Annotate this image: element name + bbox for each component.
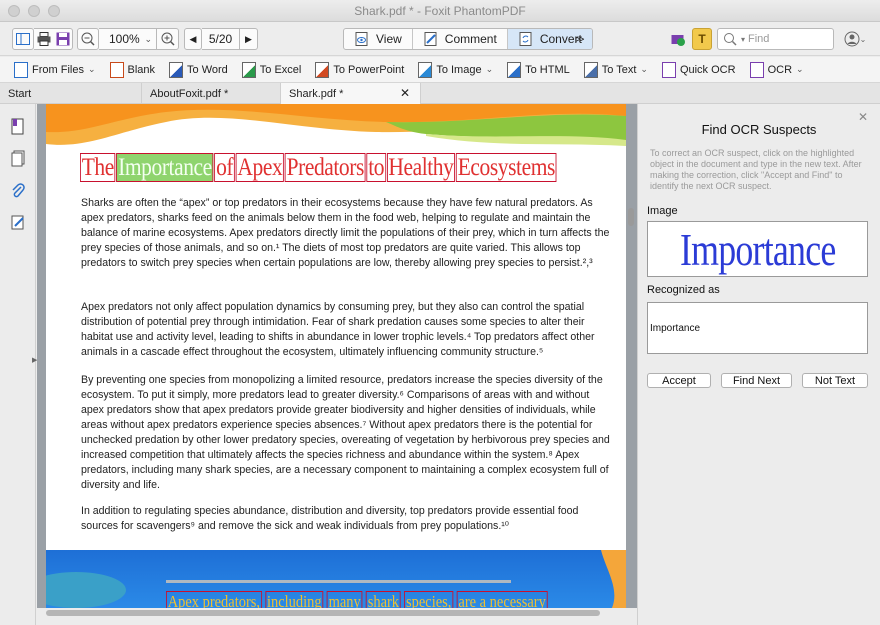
triangle-left-icon: ◀ [189, 33, 197, 44]
window-title: Shark.pdf * - Foxit PhantomPDF [354, 4, 526, 18]
tab-start[interactable]: Start [0, 83, 142, 104]
chevron-down-icon: ⌄ [859, 34, 867, 44]
navigation-panel: ▶ [0, 104, 37, 625]
accept-button[interactable]: Accept [647, 373, 711, 388]
eye-icon [355, 32, 368, 46]
zoom-in-icon [161, 32, 175, 46]
tools-icon [671, 35, 685, 46]
help-text: To correct an OCR suspect, click on the … [650, 148, 862, 191]
previous-page-button[interactable]: ◀ [184, 28, 202, 50]
page-heading: The Importance of Apex Predators to Healthy Eco… [80, 153, 557, 182]
tab-aboutfoxit[interactable]: AboutFoxit.pdf * [142, 83, 281, 104]
horizontal-scrollbar[interactable] [46, 610, 600, 616]
to-powerpoint-button[interactable]: To PowerPoint [315, 61, 404, 78]
chevron-down-icon: ⌄ [144, 33, 152, 44]
suspect-image-preview: Importance [647, 221, 868, 277]
view-tab[interactable]: View [344, 29, 413, 49]
document-view[interactable]: The Importance of Apex Predators to Healthy Eco… [37, 104, 637, 608]
zoom-select[interactable]: 100% ⌄ [99, 28, 157, 50]
excel-icon [241, 61, 256, 78]
account-button[interactable]: ⌄ [840, 28, 870, 50]
sidebar-icon [16, 33, 30, 45]
to-excel-button[interactable]: To Excel [241, 61, 301, 78]
chevron-down-icon: ▾ [741, 34, 746, 44]
to-text-button[interactable]: To Text ⌄ [583, 61, 648, 78]
manage-tools-button[interactable] [668, 28, 688, 50]
attachment-icon[interactable] [10, 182, 26, 200]
paragraph: Sharks are often the “apex” or top preda… [81, 197, 610, 269]
print-button[interactable] [34, 28, 54, 50]
zoom-out-button[interactable] [77, 28, 99, 50]
chevron-down-icon: ⌄ [485, 64, 494, 74]
recognized-text-field[interactable]: Importance [647, 302, 868, 354]
from-files-button[interactable]: From Files ⌄ [14, 61, 96, 78]
bottom-heading: Apex predators, including many shark spe… [166, 591, 548, 608]
comment-tab[interactable]: Comment [413, 29, 508, 49]
to-html-button[interactable]: To HTML [507, 61, 570, 78]
from-files-icon [14, 61, 28, 78]
ocr-suspect-highlight[interactable]: Importance [116, 153, 214, 182]
to-image-button[interactable]: To Image ⌄ [418, 61, 494, 78]
recognized-label: Recognized as [647, 284, 720, 296]
pdf-page[interactable]: The Importance of Apex Predators to Healthy Eco… [46, 104, 626, 608]
ocr-suspects-panel: ✕ Find OCR Suspects To correct an OCR su… [637, 104, 880, 625]
html-icon [507, 61, 522, 78]
find-placeholder: Find [748, 33, 770, 45]
chevron-down-icon: ⌄ [796, 64, 804, 74]
to-word-button[interactable]: To Word [169, 61, 228, 78]
ocr-button[interactable]: OCR ⌄ [749, 61, 804, 78]
paragraph: In addition to regulating species abunda… [81, 505, 579, 532]
blank-button[interactable]: Blank [109, 61, 155, 78]
double-chevron-icon: ≫ [575, 33, 585, 44]
zoom-value: 100% [109, 32, 140, 46]
typewriter-icon: T [698, 32, 706, 46]
close-tab-icon[interactable]: ✕ [400, 86, 410, 100]
document-tabs: Start AboutFoxit.pdf * Shark.pdf * ✕ [0, 83, 880, 104]
chevron-down-icon: ⌄ [87, 64, 96, 74]
print-icon [37, 32, 50, 46]
paragraph: By preventing one species from monopoliz… [81, 374, 610, 491]
quick-ocr-icon [661, 61, 676, 78]
save-icon [56, 32, 69, 46]
signature-icon[interactable] [10, 214, 26, 232]
word-icon [169, 61, 184, 78]
save-button[interactable] [53, 28, 73, 50]
mode-tabs: View Comment Convert [343, 28, 593, 50]
ocr-icon [749, 61, 764, 78]
title-bar: Shark.pdf * - Foxit PhantomPDF [0, 0, 880, 22]
next-page-button[interactable]: ▶ [240, 28, 258, 50]
more-modes-button[interactable]: ≫ [572, 28, 588, 50]
panel-title: Find OCR Suspects [701, 122, 817, 137]
comment-icon [424, 32, 437, 46]
typewriter-button[interactable]: T [692, 28, 712, 50]
search-icon [724, 33, 737, 46]
main-toolbar: 100% ⌄ ◀ 5/20 ▶ View Comment Convert ≫ T [0, 22, 880, 56]
paragraph: Apex predators not only affect populatio… [81, 301, 595, 358]
page-thumbnails-icon[interactable] [10, 150, 26, 168]
find-next-button[interactable]: Find Next [721, 373, 792, 388]
page-number-field[interactable]: 5/20 [202, 28, 240, 50]
text-icon [583, 61, 598, 78]
convert-icon [519, 32, 532, 46]
image-icon [418, 61, 433, 78]
image-label: Image [647, 205, 678, 217]
chevron-down-icon: ⌄ [640, 64, 648, 74]
zoom-out-icon [81, 32, 95, 46]
quick-ocr-button[interactable]: Quick OCR [661, 61, 736, 78]
tab-shark[interactable]: Shark.pdf * ✕ [281, 83, 421, 104]
blank-page-icon [109, 61, 124, 78]
vertical-scrollbar[interactable] [628, 208, 634, 226]
suspect-image-word: Importance [679, 223, 836, 275]
user-icon [844, 31, 860, 47]
not-text-button[interactable]: Not Text [802, 373, 868, 388]
page-indicator: 5/20 [208, 32, 233, 46]
zoom-in-button[interactable] [157, 28, 179, 50]
bookmark-icon[interactable] [10, 118, 26, 136]
triangle-right-icon: ▶ [245, 33, 252, 44]
powerpoint-icon [315, 61, 330, 78]
sidebar-toggle-button[interactable] [12, 28, 34, 50]
find-field[interactable]: ▾ Find [717, 28, 834, 50]
convert-toolbar: From Files ⌄ Blank To Word To Excel To P… [0, 57, 880, 83]
